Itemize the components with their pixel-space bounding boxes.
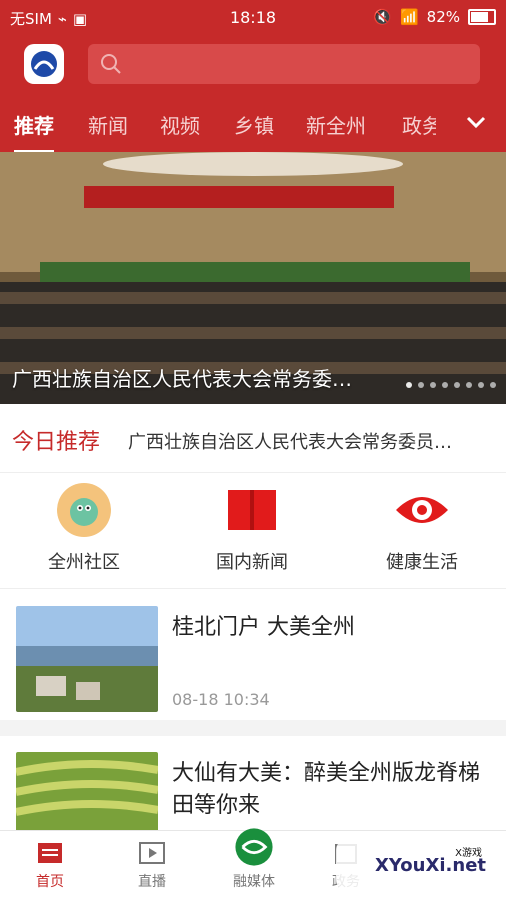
news-item[interactable]: 大仙有大美：醉美全州版龙脊梯田等你来 xyxy=(0,752,506,832)
chevron-down-icon[interactable] xyxy=(464,110,488,134)
today-recommend-text[interactable]: 广西壮族自治区人民代表大会常务委员… xyxy=(128,428,488,454)
quick-links: 全州社区 国内新闻 健康生活 xyxy=(0,472,506,589)
today-recommend[interactable]: 今日推荐 广西壮族自治区人民代表大会常务委员… xyxy=(0,404,506,473)
tab-township[interactable]: 乡镇 xyxy=(234,110,274,139)
nav-media[interactable]: 融媒体 xyxy=(214,828,294,891)
carousel-dot xyxy=(454,382,460,388)
quick-health-life-label: 健康生活 xyxy=(386,552,458,573)
carousel-dot xyxy=(478,382,484,388)
media-icon xyxy=(235,828,273,866)
tab-news[interactable]: 新闻 xyxy=(88,110,128,139)
nav-home-label: 首页 xyxy=(36,874,64,890)
carousel-indicator xyxy=(406,382,496,388)
search-icon xyxy=(101,54,121,74)
home-icon xyxy=(38,843,62,863)
watermark: X游戏 XYouXi.net xyxy=(336,840,496,890)
mute-icon: 🔇 xyxy=(373,8,392,26)
book-icon xyxy=(224,482,280,538)
carousel-dot xyxy=(430,382,436,388)
app-logo[interactable] xyxy=(24,44,64,84)
tab-recommend[interactable]: 推荐 xyxy=(14,110,54,153)
banner-carousel[interactable]: 广西壮族自治区人民代表大会常务委… xyxy=(0,152,506,404)
eye-icon xyxy=(394,482,450,538)
nav-home[interactable]: 首页 xyxy=(10,839,90,891)
status-bar: 无SIM ⌁ ▣ 18:18 🔇 📶 82% xyxy=(0,0,506,34)
today-recommend-label: 今日推荐 xyxy=(12,430,101,455)
news-thumbnail xyxy=(16,606,158,712)
nav-live[interactable]: 直播 xyxy=(112,839,192,891)
search-input[interactable] xyxy=(88,44,480,84)
status-right: 🔇 📶 82% xyxy=(373,8,496,26)
play-icon xyxy=(139,842,165,864)
logo-icon xyxy=(31,51,57,77)
battery-percent: 82% xyxy=(426,8,460,26)
news-time: 08-18 10:34 xyxy=(172,690,270,709)
category-tabs: 推荐 新闻 视频 乡镇 新全州 政务 xyxy=(0,96,506,153)
app-header xyxy=(0,34,506,96)
quick-domestic-news[interactable]: 国内新闻 xyxy=(168,482,336,582)
wifi-icon: 📶 xyxy=(399,8,419,26)
tab-video[interactable]: 视频 xyxy=(160,110,200,139)
news-title: 桂北门户 大美全州 xyxy=(172,615,355,640)
news-item[interactable]: 桂北门户 大美全州 08-18 10:34 xyxy=(0,606,506,716)
news-title: 大仙有大美：醉美全州版龙脊梯田等你来 xyxy=(172,761,481,818)
tab-government[interactable]: 政务 xyxy=(402,110,436,139)
quick-domestic-news-label: 国内新闻 xyxy=(216,552,288,573)
quick-community[interactable]: 全州社区 xyxy=(0,482,168,582)
carousel-dot xyxy=(406,382,412,388)
banner-caption: 广西壮族自治区人民代表大会常务委… xyxy=(12,367,352,391)
battery-icon xyxy=(468,9,496,25)
quick-community-label: 全州社区 xyxy=(48,552,120,573)
community-mascot-icon xyxy=(56,482,112,538)
nav-live-label: 直播 xyxy=(138,874,166,890)
news-thumbnail xyxy=(16,752,158,832)
carousel-dot xyxy=(442,382,448,388)
carousel-dot xyxy=(418,382,424,388)
tab-new-quanzhou[interactable]: 新全州 xyxy=(306,110,366,139)
quick-health-life[interactable]: 健康生活 xyxy=(338,482,506,582)
nav-media-label: 融媒体 xyxy=(233,874,275,890)
watermark-small-text: X游戏 xyxy=(455,848,482,859)
carousel-dot xyxy=(466,382,472,388)
section-divider xyxy=(0,720,506,736)
carousel-dot xyxy=(490,382,496,388)
